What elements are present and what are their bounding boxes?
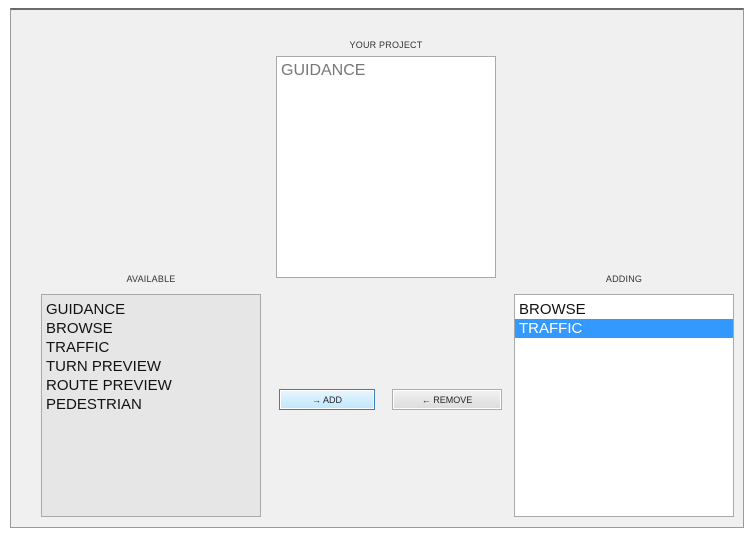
remove-button[interactable]: ← REMOVE bbox=[392, 389, 502, 410]
project-builder-window: YOUR PROJECT GUIDANCE AVAILABLE GUIDANCE… bbox=[10, 8, 744, 528]
adding-listbox[interactable]: BROWSE TRAFFIC bbox=[514, 294, 734, 517]
project-listbox[interactable]: GUIDANCE bbox=[276, 56, 496, 278]
available-caption: AVAILABLE bbox=[126, 274, 176, 284]
adding-list-item[interactable]: BROWSE bbox=[515, 300, 733, 319]
available-list-item[interactable]: PEDESTRIAN bbox=[42, 395, 260, 414]
available-list-item[interactable]: TURN PREVIEW bbox=[42, 357, 260, 376]
available-list-item[interactable]: BROWSE bbox=[42, 319, 260, 338]
available-list-item[interactable]: TRAFFIC bbox=[42, 338, 260, 357]
available-list-item[interactable]: ROUTE PREVIEW bbox=[42, 376, 260, 395]
available-list-item[interactable]: GUIDANCE bbox=[42, 300, 260, 319]
project-list-item[interactable]: GUIDANCE bbox=[277, 61, 495, 81]
adding-list-item-selected[interactable]: TRAFFIC bbox=[515, 319, 733, 338]
add-button[interactable]: → ADD bbox=[279, 389, 375, 410]
adding-caption: ADDING bbox=[605, 274, 643, 284]
available-listbox[interactable]: GUIDANCE BROWSE TRAFFIC TURN PREVIEW ROU… bbox=[41, 294, 261, 517]
project-caption: YOUR PROJECT bbox=[349, 40, 423, 50]
